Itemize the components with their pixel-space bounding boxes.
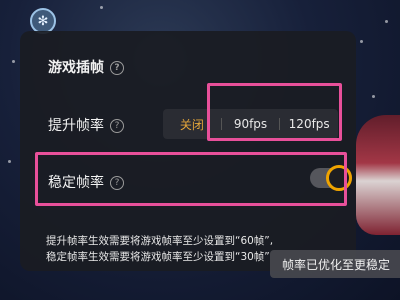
question-circle-icon[interactable]: ? (110, 119, 124, 133)
question-circle-icon[interactable]: ? (110, 61, 124, 75)
highlight-fps-options (207, 83, 342, 141)
snowflake (385, 20, 388, 23)
note-line-1: 提升帧率生效需要将游戏帧率至少设置到“60帧”, (46, 235, 274, 247)
panel-title-text: 游戏插帧 (48, 60, 104, 76)
framerate-boost-row: 提升帧率? (48, 115, 124, 135)
snowflake (12, 60, 15, 63)
snowflake (360, 40, 363, 43)
game-character-background (356, 115, 400, 235)
snowflake (8, 160, 11, 163)
snowflake (372, 95, 375, 98)
toast-message: 帧率已优化至更稳定 (270, 250, 400, 278)
framerate-boost-label: 提升帧率 (48, 118, 104, 134)
gear-icon: ✻ (37, 13, 49, 29)
frame-interpolation-panel: 游戏插帧? 提升帧率? 关闭 90fps 120fps 稳定帧率? 提升帧率生效… (20, 31, 356, 271)
panel-title: 游戏插帧? (48, 57, 124, 77)
snowflake (100, 6, 103, 9)
highlight-stable-framerate (35, 152, 347, 206)
